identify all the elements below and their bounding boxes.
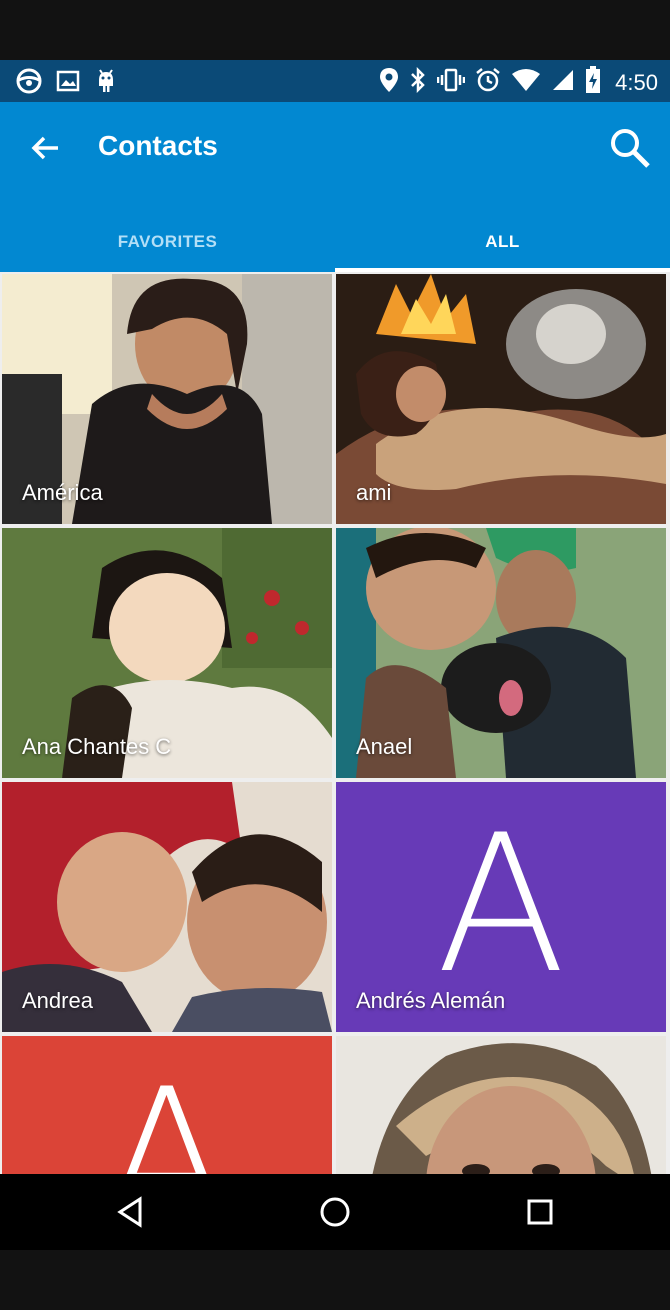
status-time: 4:50 [615,69,658,95]
navigation-bar [0,1174,670,1250]
top-black-bar [0,0,670,60]
home-icon[interactable] [317,1194,353,1230]
contact-tile[interactable] [336,1036,666,1174]
page-title: Contacts [98,130,218,161]
vibrate-icon [436,67,466,98]
contact-name: Andrés Alemán [356,988,506,1013]
recents-icon[interactable] [522,1194,558,1230]
location-icon [379,67,399,98]
contact-tile[interactable]: América [2,274,332,524]
contact-name: Ana Chantes C [22,734,172,759]
alarm-icon [475,67,501,98]
contact-tile[interactable]: A [2,1036,332,1174]
bottom-black-bar [0,1250,670,1310]
contact-tile[interactable]: Ana Chantes C [2,528,332,778]
android-icon [94,68,118,99]
contact-initial: A [436,794,566,1015]
bluetooth-icon [409,66,427,98]
tab-bar: FAVORITES ALL [0,212,670,272]
battery-charging-icon [585,66,601,99]
steering-wheel-icon [16,68,42,99]
contact-name: ami [356,480,392,505]
contact-photo [336,1036,666,1174]
search-icon[interactable] [608,126,652,170]
contact-tile[interactable]: A Andrés Alemán [336,782,666,1032]
app-bar: Contacts FAVORITES ALL [0,102,670,272]
signal-icon [551,68,575,97]
contact-name: América [22,480,103,505]
image-icon [56,69,80,98]
tab-all[interactable]: ALL [335,212,670,272]
contacts-grid: América ami Ana Chantes C Anael Andrea A… [0,272,670,1174]
tab-favorites[interactable]: FAVORITES [0,212,335,272]
contact-name: Anael [356,734,413,759]
contact-tile[interactable]: ami [336,274,666,524]
contact-initial: A [102,1048,232,1175]
status-bar: 4:50 [0,60,670,102]
contact-tile[interactable]: Anael [336,528,666,778]
back-arrow-icon[interactable] [28,130,64,166]
contact-name: Andrea [22,988,93,1013]
back-icon[interactable] [112,1194,148,1230]
wifi-icon [511,68,541,97]
contact-tile[interactable]: Andrea [2,782,332,1032]
